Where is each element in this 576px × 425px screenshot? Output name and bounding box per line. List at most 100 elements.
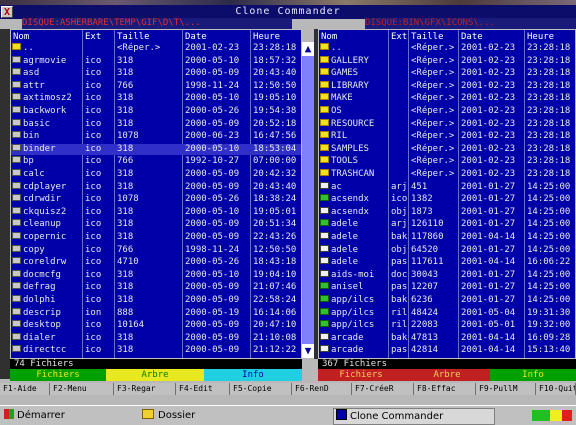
file-ext: ico: [391, 194, 408, 205]
file-row[interactable]: bin ico 1078 2000-06-23 16:47:56: [11, 131, 301, 142]
file-ext: ril: [391, 320, 408, 331]
start-button[interactable]: Démarrer: [2, 408, 122, 423]
file-row[interactable]: acsendx obj 1873 2001-01-27 14:25:00: [319, 206, 575, 218]
tab-left-tree[interactable]: Arbre: [106, 369, 204, 381]
function-key-4[interactable]: F4-Edit: [176, 383, 230, 395]
function-key-6[interactable]: F6-RenD: [292, 383, 352, 395]
file-date: 2001-05-01: [461, 320, 516, 331]
file-row[interactable]: ckquisz2 ico 318 2000-05-10 19:05:01: [11, 206, 301, 218]
right-column-header[interactable]: Nom: [321, 32, 337, 42]
file-date: 2000-05-09: [185, 232, 240, 242]
function-key-1[interactable]: F1-Aide: [0, 383, 50, 395]
file-row[interactable]: LIBRARY <Réper.> 2001-02-23 23:28:18: [319, 80, 575, 92]
file-row[interactable]: .. <Réper.> 2001-02-23 23:28:18: [11, 43, 301, 54]
file-row[interactable]: descrip ion 888 2000-05-19 16:14:06: [11, 307, 301, 319]
file-size: 22083: [411, 320, 439, 331]
file-row[interactable]: backwork ico 318 2000-05-26 19:54:38: [11, 106, 301, 117]
app-icon: [336, 409, 347, 420]
folder-icon: [320, 143, 329, 151]
file-row[interactable]: MAKE <Réper.> 2001-02-23 23:28:18: [319, 93, 575, 104]
file-size: <Réper.>: [411, 169, 455, 179]
file-row[interactable]: .. <Réper.> 2001-02-23 23:28:18: [319, 43, 575, 54]
file-row[interactable]: aids-moi doc 30043 2001-01-27 14:25:00: [319, 269, 575, 281]
right-column-header[interactable]: Ext: [391, 32, 407, 42]
file-row[interactable]: coreldrw ico 4710 2000-05-26 18:43:18: [11, 257, 301, 268]
function-key-9[interactable]: F9-PullM: [476, 383, 536, 395]
right-column-header[interactable]: Date: [461, 32, 483, 42]
file-time: 23:28:18: [527, 169, 571, 179]
file-row[interactable]: app/ilcs ril 22083 2001-05-01 19:32:00: [319, 320, 575, 331]
file-row[interactable]: dolphi ico 318 2000-05-09 22:58:24: [11, 295, 301, 306]
file-row[interactable]: docmcfg ico 318 2000-05-10 19:04:10: [11, 269, 301, 281]
function-key-7[interactable]: F7-CréeR: [352, 383, 414, 395]
file-row[interactable]: GALLERY <Réper.> 2001-02-23 23:28:18: [319, 55, 575, 67]
left-column-header[interactable]: Nom: [13, 32, 29, 42]
taskbar-app-button[interactable]: Clone Commander: [333, 408, 495, 425]
taskbar: Démarrer Dossier Clone Commander: [0, 405, 576, 425]
left-column-header[interactable]: Taille: [117, 32, 150, 42]
file-row[interactable]: cdrwdir ico 1078 2000-05-26 18:38:24: [11, 194, 301, 205]
file-row[interactable]: attr ico 766 1998-11-24 12:50:50: [11, 80, 301, 92]
function-key-10[interactable]: F10-Quit: [536, 383, 576, 395]
file-date: 2000-05-26: [185, 257, 240, 268]
function-key-3[interactable]: F3-Regar: [114, 383, 176, 395]
file-icon: [320, 307, 329, 315]
file-row[interactable]: dialer ico 318 2000-05-09 21:10:08: [11, 332, 301, 344]
left-column-header[interactable]: Ext: [85, 32, 101, 42]
file-row[interactable]: adele pas 117611 2001-04-14 16:06:22: [319, 257, 575, 268]
tab-right-tree[interactable]: Arbre: [404, 369, 490, 381]
file-row[interactable]: cdplayer ico 318 2000-05-09 20:43:40: [11, 181, 301, 193]
left-scrollbar[interactable]: ▲ ▼: [302, 42, 314, 358]
file-row[interactable]: acsendx ico 1382 2001-01-27 14:25:00: [319, 194, 575, 205]
file-row[interactable]: arcade bak 47813 2001-04-14 16:09:28: [319, 332, 575, 344]
file-row[interactable]: axtimosz2 ico 318 2000-05-10 19:05:10: [11, 93, 301, 104]
right-column-header[interactable]: Taille: [411, 32, 444, 42]
tab-left-info[interactable]: Info: [204, 369, 302, 381]
file-row[interactable]: cleanup ico 318 2000-05-09 20:51:34: [11, 219, 301, 230]
file-row[interactable]: copernic ico 318 2000-05-09 22:43:26: [11, 232, 301, 243]
file-row[interactable]: copy ico 766 1998-11-24 12:50:50: [11, 244, 301, 256]
file-row[interactable]: app/ilcs ril 48424 2001-05-04 19:31:30: [319, 307, 575, 319]
file-row[interactable]: basic ico 318 2000-05-09 20:52:18: [11, 118, 301, 130]
file-row[interactable]: adele obj 64520 2001-01-27 14:25:00: [319, 244, 575, 256]
file-row[interactable]: RIL <Réper.> 2001-02-23 23:28:18: [319, 131, 575, 142]
file-row[interactable]: bp ico 766 1992-10-27 07:00:00: [11, 156, 301, 167]
file-row[interactable]: TRASHCAN <Réper.> 2001-02-23 23:28:18: [319, 169, 575, 180]
file-row[interactable]: desktop ico 10164 2000-05-09 20:47:10: [11, 320, 301, 331]
taskbar-folder-button[interactable]: Dossier: [140, 408, 300, 423]
file-row[interactable]: ac arj 451 2001-01-27 14:25:00: [319, 181, 575, 193]
file-row[interactable]: adele bak 117860 2001-04-14 14:25:00: [319, 232, 575, 243]
file-row[interactable]: calc ico 318 2000-05-09 20:42:32: [11, 169, 301, 180]
right-column-header[interactable]: Heure: [527, 32, 554, 42]
file-row[interactable]: arcade pas 42814 2001-04-14 15:13:40: [319, 345, 575, 356]
tab-right-files[interactable]: Fichiers: [318, 369, 404, 381]
function-key-8[interactable]: F8-Effac: [414, 383, 476, 395]
left-column-header[interactable]: Heure: [253, 32, 280, 42]
file-row[interactable]: anisel pas 12207 2001-01-27 14:25:00: [319, 282, 575, 293]
function-key-5[interactable]: F5-Copie: [230, 383, 292, 395]
scroll-down-arrow-icon[interactable]: ▼: [302, 344, 314, 358]
file-row[interactable]: directcc ico 318 2000-05-09 21:12:22: [11, 345, 301, 356]
file-row[interactable]: defrag ico 318 2000-05-09 21:07:46: [11, 282, 301, 293]
file-row[interactable]: agrmovie ico 318 2000-05-10 18:57:32: [11, 55, 301, 67]
file-name: cdplayer: [23, 181, 67, 192]
file-ext: pas: [391, 282, 408, 293]
right-file-panel[interactable]: Nom Ext Taille Date Heure.. <Réper.> 2001-02-2…: [318, 29, 576, 359]
left-file-panel[interactable]: Nom Ext Taille Date Heure.. <Réper.> 2001-02-2…: [10, 29, 302, 359]
scroll-up-arrow-icon[interactable]: ▲: [302, 42, 314, 56]
left-column-header[interactable]: Date: [185, 32, 207, 42]
file-row[interactable]: binder ico 318 2000-05-10 18:53:04: [11, 143, 301, 155]
file-row[interactable]: app/ilcs bak 6236 2001-01-27 14:25:00: [319, 295, 575, 306]
tab-left-files[interactable]: Fichiers: [10, 369, 106, 381]
tab-right-info[interactable]: Info: [490, 369, 576, 381]
file-row[interactable]: adele arj 126110 2001-01-27 14:25:00: [319, 219, 575, 230]
file-row[interactable]: TOOLS <Réper.> 2001-02-23 23:28:18: [319, 156, 575, 167]
file-row[interactable]: OS <Réper.> 2001-02-23 23:28:18: [319, 106, 575, 117]
file-row[interactable]: RESOURCE <Réper.> 2001-02-23 23:28:18: [319, 118, 575, 130]
file-name: cleanup: [23, 219, 61, 230]
title-bar[interactable]: X Clone Commander: [0, 5, 576, 19]
function-key-2[interactable]: F2-Menu: [50, 383, 114, 395]
file-row[interactable]: asd ico 318 2000-05-09 20:43:40: [11, 68, 301, 79]
file-row[interactable]: GAMES <Réper.> 2001-02-23 23:28:18: [319, 68, 575, 79]
file-row[interactable]: SAMPLES <Réper.> 2001-02-23 23:28:18: [319, 143, 575, 155]
